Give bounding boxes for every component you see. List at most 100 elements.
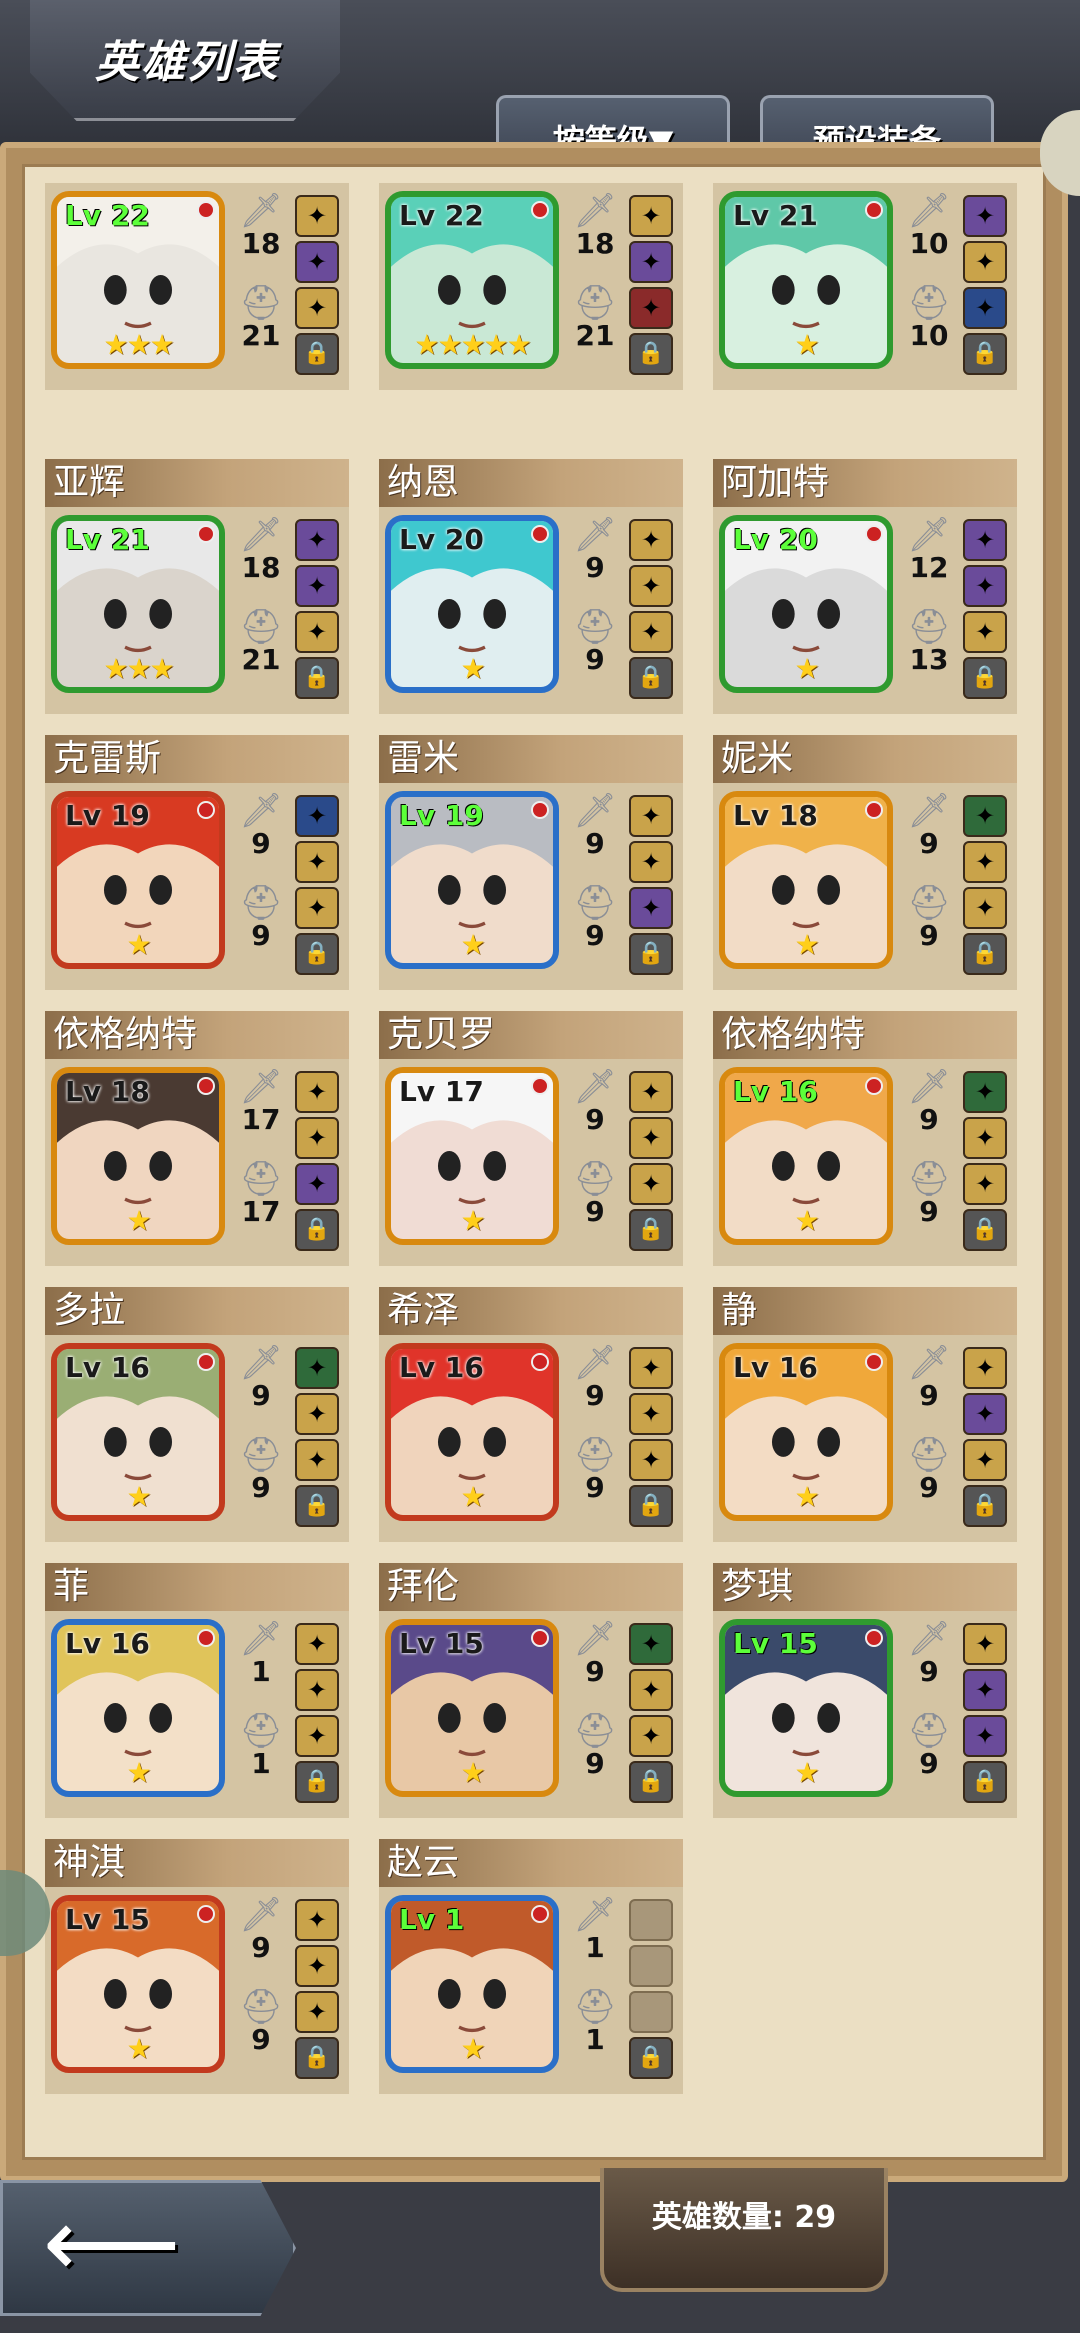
lock-icon[interactable]: 🔒 xyxy=(963,1485,1007,1527)
equipment-slot[interactable]: ✦ xyxy=(629,1715,673,1757)
lock-icon[interactable]: 🔒 xyxy=(629,1485,673,1527)
equipment-slot[interactable]: ✦ xyxy=(629,1623,673,1665)
lock-icon[interactable]: 🔒 xyxy=(295,1485,339,1527)
equipment-slot[interactable]: ✦ xyxy=(963,1347,1007,1389)
equipment-slot[interactable]: ✦ xyxy=(963,795,1007,837)
hero-portrait[interactable]: Lv 18 ★ xyxy=(51,1067,225,1245)
equipment-slot[interactable]: ✦ xyxy=(963,611,1007,653)
equipment-slot[interactable]: ✦ xyxy=(963,519,1007,561)
lock-icon[interactable]: 🔒 xyxy=(963,933,1007,975)
equipment-slot[interactable]: ✦ xyxy=(629,1347,673,1389)
equipment-slot[interactable]: ✦ xyxy=(295,1163,339,1205)
lock-icon[interactable]: 🔒 xyxy=(629,657,673,699)
equipment-slot-empty[interactable] xyxy=(629,1991,673,2033)
equipment-slot[interactable]: ✦ xyxy=(963,1071,1007,1113)
hero-portrait[interactable]: Lv 16 ★ xyxy=(719,1067,893,1245)
equipment-slot[interactable]: ✦ xyxy=(295,1669,339,1711)
lock-icon[interactable]: 🔒 xyxy=(295,1209,339,1251)
lock-icon[interactable]: 🔒 xyxy=(629,333,673,375)
hero-card[interactable]: 依格纳特 Lv 16 ★ 🗡 9 ⛑ 9 ✦ ✦ ✦ 🔒 xyxy=(713,1011,1017,1266)
hero-card[interactable]: 纳恩 Lv 20 ★ 🗡 9 ⛑ 9 ✦ ✦ ✦ 🔒 xyxy=(379,459,683,714)
lock-icon[interactable]: 🔒 xyxy=(629,1209,673,1251)
equipment-slot[interactable]: ✦ xyxy=(963,195,1007,237)
hero-portrait[interactable]: Lv 18 ★ xyxy=(719,791,893,969)
hero-card[interactable]: 菲 Lv 16 ★ 🗡 1 ⛑ 1 ✦ ✦ ✦ 🔒 xyxy=(45,1563,349,1818)
hero-portrait[interactable]: Lv 21 ★★★ xyxy=(51,515,225,693)
equipment-slot[interactable]: ✦ xyxy=(629,195,673,237)
equipment-slot[interactable]: ✦ xyxy=(963,1623,1007,1665)
hero-card[interactable]: 神淇 Lv 15 ★ 🗡 9 ⛑ 9 ✦ ✦ ✦ 🔒 xyxy=(45,1839,349,2094)
equipment-slot[interactable]: ✦ xyxy=(963,565,1007,607)
hero-card[interactable]: 阿加特 Lv 20 ★ 🗡 12 ⛑ 13 ✦ ✦ ✦ 🔒 xyxy=(713,459,1017,714)
equipment-slot[interactable]: ✦ xyxy=(629,287,673,329)
hero-portrait[interactable]: Lv 19 ★ xyxy=(385,791,559,969)
hero-card[interactable]: 拜伦 Lv 15 ★ 🗡 9 ⛑ 9 ✦ ✦ ✦ 🔒 xyxy=(379,1563,683,1818)
hero-portrait[interactable]: Lv 15 ★ xyxy=(385,1619,559,1797)
equipment-slot[interactable]: ✦ xyxy=(963,1163,1007,1205)
equipment-slot[interactable]: ✦ xyxy=(295,1347,339,1389)
hero-card[interactable]: 赵云 Lv 1 ★ 🗡 1 ⛑ 1 🔒 xyxy=(379,1839,683,2094)
equipment-slot[interactable]: ✦ xyxy=(295,1623,339,1665)
hero-portrait[interactable]: Lv 15 ★ xyxy=(51,1895,225,2073)
equipment-slot[interactable]: ✦ xyxy=(295,841,339,883)
equipment-slot[interactable]: ✦ xyxy=(295,1071,339,1113)
equipment-slot[interactable]: ✦ xyxy=(629,1669,673,1711)
equipment-slot[interactable]: ✦ xyxy=(295,611,339,653)
hero-card[interactable]: Lv 21 ★ 🗡 10 ⛑ 10 ✦ ✦ ✦ 🔒 xyxy=(713,183,1017,438)
hero-portrait[interactable]: Lv 17 ★ xyxy=(385,1067,559,1245)
lock-icon[interactable]: 🔒 xyxy=(295,2037,339,2079)
lock-icon[interactable]: 🔒 xyxy=(295,333,339,375)
lock-icon[interactable]: 🔒 xyxy=(295,657,339,699)
hero-portrait[interactable]: Lv 16 ★ xyxy=(719,1343,893,1521)
equipment-slot[interactable]: ✦ xyxy=(295,1991,339,2033)
lock-icon[interactable]: 🔒 xyxy=(629,1761,673,1803)
lock-icon[interactable]: 🔒 xyxy=(295,933,339,975)
equipment-slot[interactable]: ✦ xyxy=(629,565,673,607)
equipment-slot[interactable]: ✦ xyxy=(295,887,339,929)
equipment-slot[interactable]: ✦ xyxy=(629,841,673,883)
equipment-slot[interactable]: ✦ xyxy=(629,611,673,653)
equipment-slot[interactable]: ✦ xyxy=(963,1669,1007,1711)
lock-icon[interactable]: 🔒 xyxy=(629,933,673,975)
hero-card[interactable]: 希泽 Lv 16 ★ 🗡 9 ⛑ 9 ✦ ✦ ✦ 🔒 xyxy=(379,1287,683,1542)
equipment-slot[interactable]: ✦ xyxy=(629,1393,673,1435)
hero-card[interactable]: 亚辉 Lv 21 ★★★ 🗡 18 ⛑ 21 ✦ ✦ ✦ 🔒 xyxy=(45,459,349,714)
equipment-slot[interactable]: ✦ xyxy=(629,1163,673,1205)
equipment-slot[interactable]: ✦ xyxy=(295,195,339,237)
back-button[interactable]: ⟵ xyxy=(0,2180,296,2316)
equipment-slot[interactable]: ✦ xyxy=(295,1899,339,1941)
hero-portrait[interactable]: Lv 20 ★ xyxy=(719,515,893,693)
equipment-slot[interactable]: ✦ xyxy=(295,287,339,329)
hero-portrait[interactable]: Lv 20 ★ xyxy=(385,515,559,693)
hero-card[interactable]: Lv 22 ★★★ 🗡 18 ⛑ 21 ✦ ✦ ✦ 🔒 xyxy=(45,183,349,438)
lock-icon[interactable]: 🔒 xyxy=(963,1761,1007,1803)
equipment-slot[interactable]: ✦ xyxy=(963,1117,1007,1159)
equipment-slot[interactable]: ✦ xyxy=(629,795,673,837)
equipment-slot[interactable]: ✦ xyxy=(629,1071,673,1113)
hero-card[interactable]: 依格纳特 Lv 18 ★ 🗡 17 ⛑ 17 ✦ ✦ ✦ 🔒 xyxy=(45,1011,349,1266)
equipment-slot[interactable]: ✦ xyxy=(963,287,1007,329)
hero-portrait[interactable]: Lv 16 ★ xyxy=(51,1619,225,1797)
equipment-slot[interactable]: ✦ xyxy=(963,1439,1007,1481)
lock-icon[interactable]: 🔒 xyxy=(963,1209,1007,1251)
hero-card[interactable]: 克雷斯 Lv 19 ★ 🗡 9 ⛑ 9 ✦ ✦ ✦ 🔒 xyxy=(45,735,349,990)
equipment-slot[interactable]: ✦ xyxy=(963,1393,1007,1435)
hero-card[interactable]: 克贝罗 Lv 17 ★ 🗡 9 ⛑ 9 ✦ ✦ ✦ 🔒 xyxy=(379,1011,683,1266)
hero-portrait[interactable]: Lv 21 ★ xyxy=(719,191,893,369)
hero-card[interactable]: 多拉 Lv 16 ★ 🗡 9 ⛑ 9 ✦ ✦ ✦ 🔒 xyxy=(45,1287,349,1542)
hero-portrait[interactable]: Lv 15 ★ xyxy=(719,1619,893,1797)
equipment-slot[interactable]: ✦ xyxy=(295,795,339,837)
hero-portrait[interactable]: Lv 16 ★ xyxy=(385,1343,559,1521)
hero-portrait[interactable]: Lv 22 ★★★ xyxy=(51,191,225,369)
equipment-slot-empty[interactable] xyxy=(629,1945,673,1987)
equipment-slot[interactable]: ✦ xyxy=(295,1117,339,1159)
equipment-slot[interactable]: ✦ xyxy=(629,887,673,929)
equipment-slot[interactable]: ✦ xyxy=(295,1715,339,1757)
equipment-slot[interactable]: ✦ xyxy=(295,1393,339,1435)
equipment-slot[interactable]: ✦ xyxy=(295,1439,339,1481)
equipment-slot-empty[interactable] xyxy=(629,1899,673,1941)
hero-card[interactable]: 雷米 Lv 19 ★ 🗡 9 ⛑ 9 ✦ ✦ ✦ 🔒 xyxy=(379,735,683,990)
hero-portrait[interactable]: Lv 1 ★ xyxy=(385,1895,559,2073)
hero-card[interactable]: 梦琪 Lv 15 ★ 🗡 9 ⛑ 9 ✦ ✦ ✦ 🔒 xyxy=(713,1563,1017,1818)
equipment-slot[interactable]: ✦ xyxy=(963,1715,1007,1757)
